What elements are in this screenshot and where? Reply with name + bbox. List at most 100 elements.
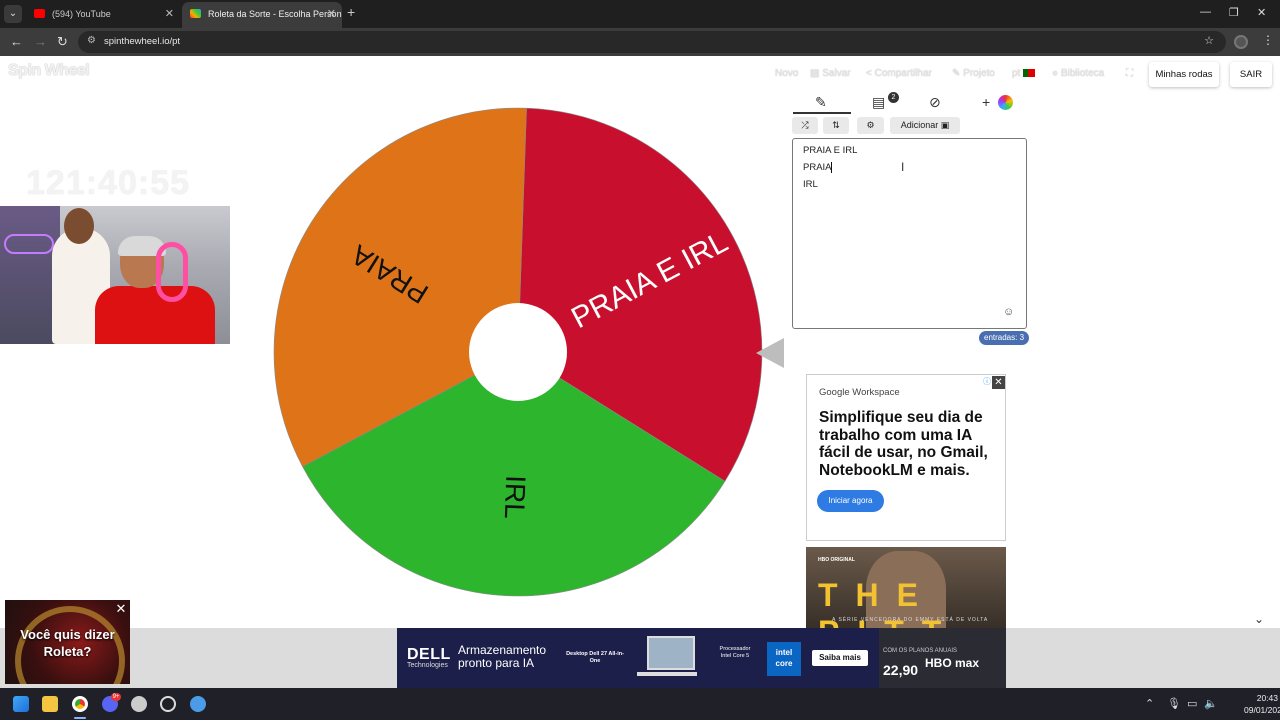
tab-youtube[interactable]: (594) YouTube ✕ [26,2,180,28]
youtube-icon [34,9,45,18]
cam-background-shelf [0,206,60,344]
roleta-popup-text: Você quis dizer Roleta? [20,627,115,659]
settings-button[interactable]: ⚙ [857,117,884,134]
dell-banner-ad[interactable]: DELL Technologies Armazenamento pronto p… [397,628,1006,688]
share-icon: < [866,68,875,79]
microphone-icon[interactable]: 🎙 [1167,697,1181,710]
spin-wheel[interactable]: PRAIA E IRLIRLPRAIA [272,106,764,598]
minimize-icon[interactable]: — [1200,6,1211,18]
site-logo[interactable]: Spin Wheel [8,62,90,80]
restore-icon[interactable]: ❐ [1229,6,1239,19]
browser-toolbar: ← → ↻ ⚙ spinthewheel.io/pt ☆ [0,28,1280,56]
results-tab-clipboard-icon[interactable]: ▤ [872,94,885,111]
close-window-icon[interactable]: ✕ [1257,6,1266,19]
browser-menu-icon[interactable]: ⋮ [1262,33,1274,47]
hbo-price: 22,90 [883,662,919,678]
address-bar[interactable]: ⚙ spinthewheel.io/pt ☆ [78,31,1226,53]
steam-icon[interactable] [190,696,206,712]
roleta-popup[interactable]: Você quis dizer Roleta? [5,600,130,684]
language-label: pt [1012,68,1021,79]
language-selector[interactable]: pt [1012,68,1036,79]
reload-icon[interactable]: ↻ [57,34,68,50]
profile-avatar[interactable] [1234,35,1248,49]
tab-roleta[interactable]: Roleta da Sorte - Escolha Person ✕ [182,2,342,28]
sair-button[interactable]: SAIR [1230,62,1272,87]
forward-icon[interactable]: → [34,34,47,49]
sort-button[interactable]: ⇅ [823,117,849,134]
portugal-flag-icon [1023,69,1036,78]
fullscreen-icon[interactable]: ⛶ [1126,68,1133,79]
compartilhar-label: Compartilhar [874,68,932,79]
edit-tab-pencil-icon[interactable]: ✎ [815,94,827,111]
dell-logo-sub: Technologies [407,662,448,669]
cam-person-left-head [64,208,94,244]
volume-icon[interactable]: 🔈 [1204,697,1218,710]
emoji-icon[interactable]: ☺ [1003,306,1014,318]
stream-timer: 121:40:55 [26,164,191,202]
entry-line: PRAIA [803,162,832,173]
cam-person-right [95,286,215,344]
iniciar-agora-button[interactable]: Iniciar agora [817,490,884,512]
minhas-rodas-button[interactable]: Minhas rodas [1149,62,1219,87]
tray-chevron-icon[interactable]: ⌃ [1145,697,1154,710]
mouse-ibeam-cursor-icon: I [901,160,905,174]
clock-date: 09/01/2026 [1244,705,1280,715]
add-color-plus-icon[interactable]: + [982,94,990,110]
color-palette-icon[interactable] [998,95,1013,110]
wheel-center[interactable] [469,303,567,401]
wheel-segment-label: IRL [499,475,532,520]
sort-icon: ⇅ [832,120,840,130]
entries-textarea[interactable]: PRAIA E IRL PRAIA IRL [792,138,1027,329]
monitor-image [647,636,695,670]
clock-time: 20:43 [1256,693,1278,703]
tab-search-button[interactable]: ⌄ [4,5,22,23]
novo-link[interactable]: Novo [775,68,798,79]
settings-app-icon[interactable] [131,696,147,712]
site-info-icon[interactable]: ⚙ [87,35,96,46]
shuffle-icon: ⤮ [801,120,809,130]
globe-icon: ● [1052,68,1061,79]
google-workspace-ad[interactable]: Google Workspace Simplifique seu dia de … [806,374,1006,541]
webcam-overlay [0,206,230,344]
projeto-label: Projeto [963,68,995,79]
salvar-link[interactable]: ▤ Salvar [810,68,851,79]
close-tab-icon[interactable]: ✕ [327,2,336,26]
compartilhar-link[interactable]: < Compartilhar [866,68,932,79]
windows-taskbar: ⌃ 🎙 ▭ 🔈 20:43 09/01/2026 [0,688,1280,720]
dell-headline: Armazenamento pronto para IA [458,643,547,670]
chrome-icon[interactable] [72,696,88,712]
ad-tagline: A SÉRIE VENCEDORA DO EMMY ESTÁ DE VOLTA [832,617,989,623]
text-caret [831,162,832,173]
ad-close-icon[interactable]: ✕ [992,376,1005,389]
clock-app-icon[interactable] [160,696,176,712]
system-clock[interactable]: 20:43 09/01/2026 [1244,692,1280,716]
entry-line: IRL [803,179,818,190]
windows-start-icon[interactable] [13,696,29,712]
ad-info-icon[interactable]: ⓘ [983,376,991,387]
intel-core-badge: intel core [767,642,801,676]
pink-headset [156,242,188,302]
biblioteca-link[interactable]: ● Biblioteca [1052,68,1104,79]
close-tab-icon[interactable]: ✕ [165,2,174,26]
adicionar-image-button[interactable]: Adicionar ▣ [890,117,960,134]
file-explorer-icon[interactable] [42,696,58,712]
discord-notification-badge: 9+ [111,693,121,701]
tab-title: (594) YouTube [52,9,111,19]
hide-tab-eye-slash-icon[interactable]: ⊘ [929,94,941,111]
close-popup-icon[interactable]: ✕ [114,602,128,616]
dell-processor: Processador Intel Core 5 [719,646,751,659]
network-icon[interactable]: ▭ [1187,697,1197,710]
shuffle-button[interactable]: ⤮ [792,117,818,134]
active-tab-indicator [793,112,851,114]
back-icon[interactable]: ← [10,34,23,49]
hbo-max-logo: HBO max [925,656,980,670]
scroll-down-chevron-icon[interactable]: ⌄ [1254,612,1264,626]
tab-title: Roleta da Sorte - Escolha Person [208,9,342,19]
page-content: Spin Wheel Novo ▤ Salvar < Compartilhar … [0,56,1280,688]
gear-icon: ⚙ [866,120,875,130]
bookmark-star-icon[interactable]: ☆ [1204,34,1214,47]
projeto-link[interactable]: ✎ Projeto [952,68,995,79]
browser-tab-bar: ⌄ (594) YouTube ✕ Roleta da Sorte - Esco… [0,0,1280,28]
new-tab-button[interactable]: + [347,4,355,20]
saiba-mais-button[interactable]: Saiba mais [812,650,868,666]
